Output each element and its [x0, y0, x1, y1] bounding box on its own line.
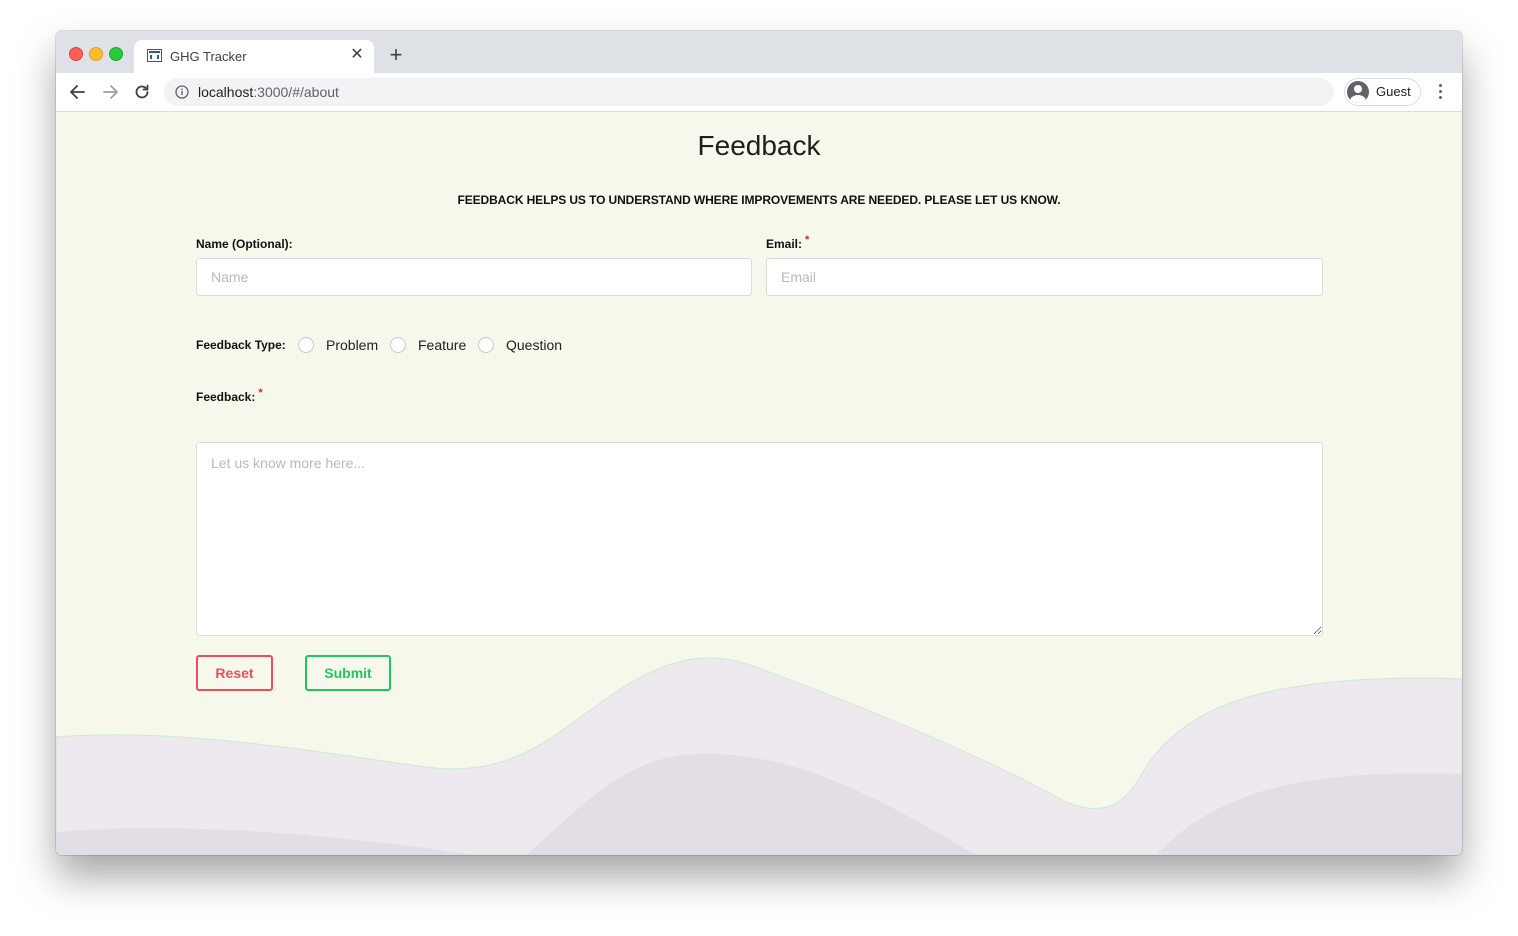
required-marker: *: [805, 234, 810, 246]
radio-button-problem[interactable]: [298, 337, 314, 353]
forward-arrow-icon[interactable]: [99, 81, 121, 103]
radio-label-problem: Problem: [326, 337, 379, 353]
tab-title: GHG Tracker: [170, 49, 247, 64]
minimize-window-button[interactable]: [89, 47, 103, 61]
page-subtitle: FEEDBACK HELPS US TO UNDERSTAND WHERE IM…: [457, 193, 1061, 207]
page-content: Feedback FEEDBACK HELPS US TO UNDERSTAND…: [56, 112, 1462, 855]
feedback-type-label: Feedback Type:: [196, 338, 286, 352]
tab-strip: GHG Tracker ✕ +: [56, 31, 1462, 73]
reset-button[interactable]: Reset: [196, 655, 273, 691]
radio-button-question[interactable]: [478, 337, 494, 353]
browser-window: GHG Tracker ✕ + localhost:3000/#/about G…: [56, 31, 1462, 855]
tab-active[interactable]: GHG Tracker ✕: [134, 40, 374, 73]
maximize-window-button[interactable]: [109, 47, 123, 61]
email-label-text: Email:: [766, 237, 803, 251]
site-favicon-icon: [147, 49, 162, 62]
page-title: Feedback: [697, 130, 821, 161]
url-host: localhost: [198, 84, 254, 100]
submit-button[interactable]: Submit: [305, 655, 391, 691]
back-arrow-icon[interactable]: [67, 81, 89, 103]
address-url: localhost:3000/#/about: [198, 84, 339, 100]
radio-label-feature: Feature: [418, 337, 467, 353]
profile-label: Guest: [1376, 84, 1411, 99]
radio-button-feature[interactable]: [390, 337, 406, 353]
profile-button[interactable]: Guest: [1344, 78, 1421, 106]
name-label-text: Name (Optional):: [196, 237, 293, 251]
radio-label-question: Question: [506, 337, 563, 353]
new-tab-icon[interactable]: +: [386, 44, 406, 66]
browser-toolbar: localhost:3000/#/about Guest: [56, 73, 1462, 112]
feedback-label-text: Feedback:: [196, 390, 256, 404]
more-menu-icon[interactable]: [1434, 82, 1448, 102]
avatar-icon: [1347, 81, 1369, 103]
close-window-button[interactable]: [69, 47, 83, 61]
email-input[interactable]: [766, 258, 1323, 296]
email-label: Email: *: [766, 234, 810, 251]
tab-close-icon[interactable]: ✕: [348, 46, 366, 64]
feedback-label: Feedback: *: [196, 387, 263, 404]
feedback-type-label-text: Feedback Type:: [196, 338, 286, 352]
required-marker: *: [258, 387, 263, 399]
name-label: Name (Optional):: [196, 237, 293, 251]
address-bar[interactable]: localhost:3000/#/about: [164, 78, 1334, 106]
feedback-textarea[interactable]: [196, 442, 1323, 636]
name-input[interactable]: [196, 258, 752, 296]
site-info-icon[interactable]: [175, 85, 189, 99]
url-path: :3000/#/about: [253, 84, 339, 100]
reload-icon[interactable]: [131, 81, 153, 103]
